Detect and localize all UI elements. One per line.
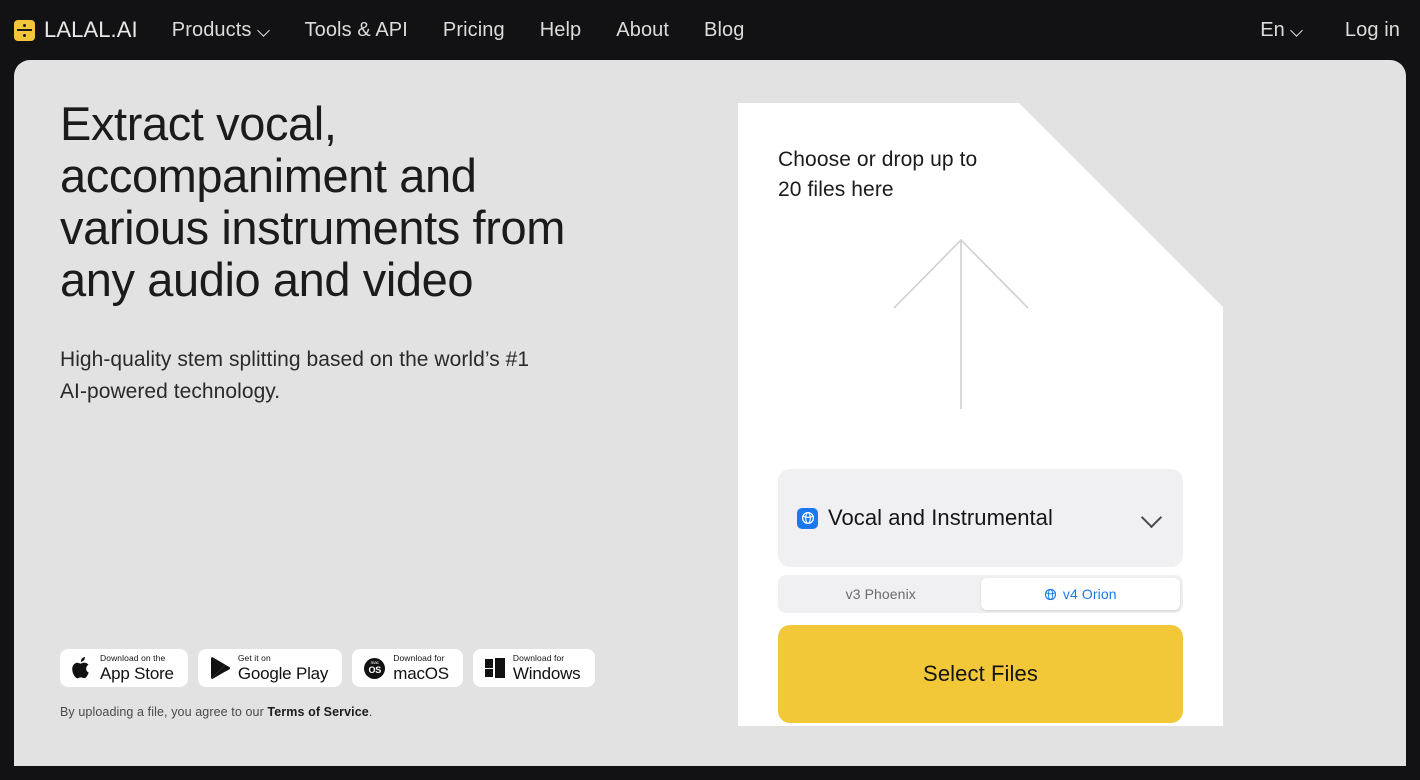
store-caption: Download for: [512, 653, 565, 664]
processing-level-label: Processing level:: [778, 736, 875, 750]
google-play-icon: [210, 657, 230, 679]
upload-card-inner: Choose or drop up to 20 files here Vocal…: [738, 103, 1223, 726]
hero-panel: Extract vocal, accompaniment and various…: [14, 60, 1406, 766]
orion-globe-icon: [797, 507, 818, 529]
macos-icon: mac OS: [364, 657, 386, 679]
download-macos-button[interactable]: mac OS Download for macOS: [352, 649, 463, 687]
terms-notice: By uploading a file, you agree to our Te…: [60, 705, 372, 719]
store-label-group: Download for macOS: [393, 654, 449, 682]
version-tab-v4[interactable]: v4 Orion: [980, 578, 1180, 610]
stem-select-dropdown[interactable]: Vocal and Instrumental: [778, 469, 1183, 567]
nav-link-products[interactable]: Products: [172, 19, 270, 42]
select-files-button[interactable]: Select Files: [778, 625, 1183, 723]
orion-globe-icon: [1044, 588, 1057, 601]
nav-link-pricing[interactable]: Pricing: [443, 19, 505, 42]
nav-link-blog[interactable]: Blog: [704, 19, 744, 42]
chevron-down-icon: [259, 25, 270, 36]
processing-level-group: Processing level: Mild Normal Aggressive: [778, 736, 1025, 750]
download-google-play-button[interactable]: Get it on Google Play: [197, 649, 343, 687]
nav-link-tools-api[interactable]: Tools & API: [305, 19, 408, 42]
version-tab-v4-label: v4 Orion: [1062, 586, 1117, 602]
windows-icon: [484, 658, 505, 678]
download-app-store-button[interactable]: Download on the App Store: [60, 649, 188, 687]
model-version-toggle: v3 Phoenix v4 Orion: [778, 575, 1183, 613]
brand-logo[interactable]: LALAL.AI: [14, 17, 138, 43]
nav-link-products-label: Products: [171, 18, 252, 41]
page-title: Extract vocal, accompaniment and various…: [60, 97, 565, 306]
hero-left-column: Extract vocal, accompaniment and various…: [60, 98, 680, 408]
top-navigation-bar: LALAL.AI Products Tools & API Pricing He…: [0, 0, 1420, 60]
language-selector-label: En: [1260, 18, 1285, 41]
store-name: Windows: [512, 663, 581, 683]
processing-level-normal[interactable]: Normal: [914, 736, 955, 750]
terms-prefix: By uploading a file, you agree to our: [60, 705, 268, 719]
nav-right-group: En Log in: [1260, 19, 1400, 42]
hero-subtitle: High-quality stem splitting based on the…: [60, 348, 530, 403]
nav-links: Products Tools & API Pricing Help About …: [172, 19, 745, 42]
store-name: App Store: [100, 663, 174, 683]
nav-link-help[interactable]: Help: [540, 19, 582, 42]
dropzone-title: Choose or drop up to 20 files here: [778, 148, 978, 201]
apple-icon: [72, 657, 89, 679]
version-tab-v3-label: v3 Phoenix: [845, 586, 916, 602]
login-link[interactable]: Log in: [1345, 19, 1400, 42]
chevron-down-icon: [1292, 25, 1303, 36]
store-name: Google Play: [237, 663, 329, 683]
store-name: macOS: [393, 663, 449, 683]
upload-card[interactable]: Choose or drop up to 20 files here Vocal…: [738, 103, 1223, 726]
terms-suffix: .: [368, 705, 373, 719]
processing-level-mild[interactable]: Mild: [882, 736, 905, 750]
store-label-group: Get it on Google Play: [237, 653, 329, 683]
download-windows-button[interactable]: Download for Windows: [472, 649, 595, 687]
macos-icon-label: OS: [368, 664, 382, 675]
version-tab-v3[interactable]: v3 Phoenix: [781, 578, 981, 610]
terms-of-service-link[interactable]: Terms of Service: [267, 705, 368, 719]
stem-select-value: Vocal and Instrumental: [828, 505, 1053, 530]
language-selector[interactable]: En: [1260, 19, 1303, 42]
store-label-group: Download on the App Store: [100, 654, 174, 682]
divide-square-icon: [14, 19, 35, 41]
processing-level-aggressive[interactable]: Aggressive: [962, 736, 1025, 750]
upload-arrow-icon: [893, 238, 1029, 409]
store-caption: Download on the: [100, 653, 166, 664]
store-label-group: Download for Windows: [513, 654, 581, 682]
store-caption: Download for: [393, 653, 445, 664]
app-download-buttons: Download on the App Store Get it on Goog…: [60, 649, 595, 687]
nav-link-about[interactable]: About: [616, 19, 669, 42]
store-caption: Get it on: [237, 653, 271, 664]
brand-name: LALAL.AI: [44, 17, 138, 42]
chevron-down-icon: [1143, 509, 1162, 528]
